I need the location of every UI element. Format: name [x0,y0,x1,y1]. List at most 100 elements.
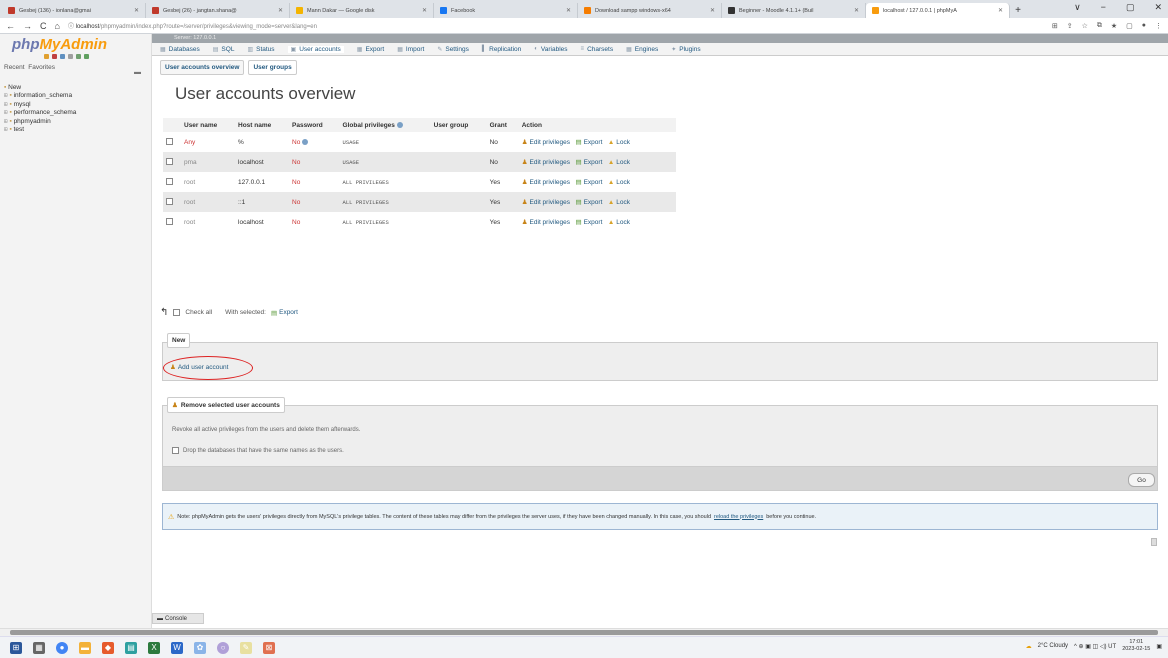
export-link[interactable]: ▤ Export [575,138,602,147]
task-view-icon[interactable]: ▦ [33,641,45,654]
tree-item[interactable]: ▪ New [4,84,76,92]
home-icon[interactable]: ⌂ [55,21,60,31]
tray-icons[interactable]: ^ ⊕ ▣ ◫ ◁) UT [1074,643,1116,650]
close-tab-icon[interactable]: ✕ [566,7,571,14]
browser-tab[interactable]: Beginner - Moodle 4.1.1+ (Buil ✕ [722,3,866,18]
home-icon[interactable] [44,54,49,59]
close-tab-icon[interactable]: ✕ [278,7,283,14]
row-checkbox[interactable] [166,198,173,206]
expand-icon[interactable]: ⊞ [4,101,8,108]
menu-user-accounts[interactable]: ▣ User accounts [287,45,344,53]
edit-privileges-link[interactable]: ♟ Edit privileges [522,178,570,187]
recent-tab[interactable]: Recent [4,64,25,71]
lock-link[interactable]: ▲ Lock [608,219,630,226]
menu-databases[interactable]: ▦ Databases [160,46,200,53]
excel-icon[interactable]: X [148,641,160,654]
export-link[interactable]: ▤ Export [575,178,602,187]
console-toggle[interactable]: ▬ Console [152,613,204,624]
menu-charsets[interactable]: ≡ Charsets [581,46,614,53]
header-user-name[interactable]: User name [181,118,236,132]
minimize-icon[interactable]: − [1101,2,1106,13]
browser-tab[interactable]: Mann Dakar — Google disk ✕ [290,3,434,18]
app-icon[interactable]: ▤ [125,641,137,654]
close-tab-icon[interactable]: ✕ [134,7,139,14]
row-checkbox[interactable] [166,138,173,146]
bulk-export-button[interactable]: ▤ Export [271,309,298,317]
app-icon[interactable]: ✎ [240,641,252,654]
help-icon[interactable] [60,54,65,59]
reload-nav-icon[interactable] [84,54,89,59]
row-checkbox[interactable] [166,158,173,166]
weather-text[interactable]: 2°C Cloudy [1038,643,1068,649]
close-tab-icon[interactable]: ✕ [422,7,427,14]
menu-export[interactable]: ▦ Export [357,46,384,53]
close-icon[interactable]: ✕ [1154,2,1162,13]
tree-item[interactable]: ⊞ ▪ performance_schema [4,109,76,117]
extension-icon[interactable]: ▢ [1126,22,1133,30]
docs-icon[interactable] [68,54,73,59]
lock-link[interactable]: ▲ Lock [608,179,630,186]
start-icon[interactable]: ⊞ [10,641,22,654]
file-explorer-icon[interactable]: ▬ [79,641,91,654]
close-tab-icon[interactable]: ✕ [998,7,1003,14]
xampp-icon[interactable]: ⊠ [263,641,275,654]
new-tab-button[interactable]: + [1010,3,1026,18]
maximize-icon[interactable]: ▢ [1126,2,1135,13]
settings-icon[interactable] [76,54,81,59]
menu-settings[interactable]: ✎ Settings [437,46,469,53]
lock-link[interactable]: ▲ Lock [608,199,630,206]
app-icon[interactable]: ○ [217,641,229,654]
expand-icon[interactable]: ⊞ [4,126,8,133]
forward-icon[interactable]: → [23,21,32,31]
go-button[interactable]: Go [1128,473,1155,487]
word-icon[interactable]: W [171,641,183,654]
export-link[interactable]: ▤ Export [575,218,602,227]
clock[interactable]: 17:01 2023-02-15 [1122,639,1150,653]
extension-icon[interactable]: ⇪ [1067,22,1073,30]
extension-icon[interactable]: ★ [1111,22,1117,30]
tree-item[interactable]: ⊞ ▪ test [4,126,76,134]
chrome-icon[interactable]: ● [56,641,68,654]
edit-privileges-link[interactable]: ♟ Edit privileges [522,138,570,147]
scrollbar-thumb[interactable] [10,630,1158,635]
export-link[interactable]: ▤ Export [575,158,602,167]
browser-tab[interactable]: Download sampp windows-x64 ✕ [578,3,722,18]
browser-tab[interactable]: Gesbej (26) - jangtan.shana@ ✕ [146,3,290,18]
app-icon[interactable]: ◆ [102,641,114,654]
page-settings-icon[interactable] [1151,538,1157,546]
menu-engines[interactable]: ▦ Engines [626,46,658,53]
row-checkbox[interactable] [166,218,173,226]
help-icon[interactable] [302,138,309,145]
menu-status[interactable]: ▥ Status [247,46,274,53]
browser-tab[interactable]: Facebook ✕ [434,3,578,18]
tab-search-icon[interactable]: ∨ [1074,2,1081,13]
edit-privileges-link[interactable]: ♟ Edit privileges [522,218,570,227]
horizontal-scrollbar[interactable] [0,628,1168,636]
extension-icon[interactable]: ● [1142,22,1146,30]
logout-icon[interactable] [52,54,57,59]
tree-item[interactable]: ⊞ ▪ information_schema [4,92,76,100]
window-controls[interactable]: ∨ − ▢ ✕ [1074,2,1162,13]
menu-import[interactable]: ▦ Import [397,46,424,53]
extension-icon[interactable]: ☆ [1082,22,1088,30]
edit-privileges-link[interactable]: ♟ Edit privileges [522,198,570,207]
header-password[interactable]: Password [289,118,340,132]
export-link[interactable]: ▤ Export [575,198,602,207]
notification-icon[interactable]: ▣ [1156,643,1162,650]
browser-tab[interactable]: Gesbej (136) - ionlana@gmai ✕ [2,3,146,18]
reload-privileges-link[interactable]: reload the privileges [714,514,763,520]
menu-sql[interactable]: ▤ SQL [213,46,235,53]
tree-item[interactable]: ⊞ ▪ mysql [4,101,76,109]
app-icon[interactable]: ✿ [194,641,206,654]
help-icon[interactable] [396,121,403,128]
close-tab-icon[interactable]: ✕ [710,7,715,14]
header-host-name[interactable]: Host name [235,118,289,132]
expand-icon[interactable]: ⊞ [4,109,8,116]
edit-privileges-link[interactable]: ♟ Edit privileges [522,158,570,167]
favorites-tab[interactable]: Favorites [28,64,55,71]
check-all-label[interactable]: Check all [185,309,212,316]
url-field[interactable]: ⓘ localhost/phpmyadmin/index.php?route=/… [68,21,1044,30]
browser-tab[interactable]: localhost / 127.0.0.1 | phpMyA ✕ [866,3,1010,18]
tab-user-groups[interactable]: User groups [248,60,297,75]
extension-icon[interactable]: ⊞ [1052,22,1058,30]
